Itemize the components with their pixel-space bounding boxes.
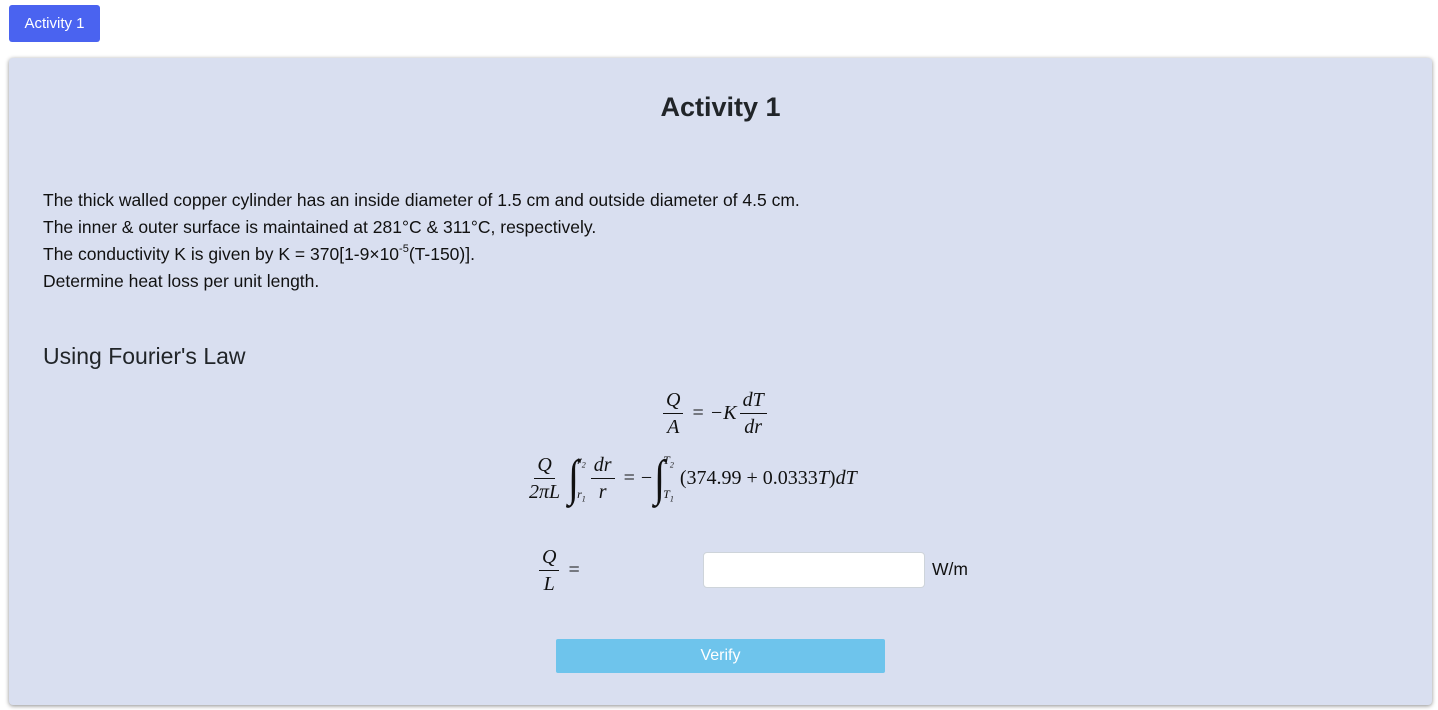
fraction-numerator: dr <box>590 454 615 479</box>
q-over-2pil-fraction: Q 2πL <box>526 454 563 503</box>
negative-k: −K <box>709 402 737 424</box>
conductivity-formula-suffix: (T-150)]. <box>408 244 475 264</box>
integral-sign-icon: ∫ <box>654 449 666 506</box>
tab-activity-1[interactable]: Activity 1 <box>9 5 100 42</box>
fourier-law-equation: Q A = −K dT dr <box>660 389 770 438</box>
answer-equation: Q L = <box>536 546 586 595</box>
q-over-l-fraction: Q L <box>539 546 560 595</box>
heat-loss-input[interactable] <box>703 552 925 588</box>
equals-sign: = <box>692 402 704 424</box>
radius-integral: ∫ r2 r1 <box>568 449 586 506</box>
problem-statement: The thick walled copper cylinder has an … <box>43 187 800 295</box>
fraction-numerator: Q <box>663 389 684 414</box>
problem-line-2: The inner & outer surface is maintained … <box>43 217 597 237</box>
integrated-equation: Q 2πL ∫ r2 r1 dr r = − ∫ T2 T1 (374.99 +… <box>523 449 857 506</box>
activity-panel: Activity 1 The thick walled copper cylin… <box>9 58 1432 705</box>
problem-line-3: The conductivity K is given by K = 370[1… <box>43 241 800 268</box>
fraction-denominator: L <box>543 573 555 595</box>
fraction-numerator: Q <box>539 546 560 571</box>
unit-label: W/m <box>932 559 968 579</box>
problem-line-4: Determine heat loss per unit length. <box>43 271 320 291</box>
q-over-a-fraction: Q A <box>663 389 684 438</box>
dr-over-r-fraction: dr r <box>590 454 615 503</box>
fraction-numerator: Q <box>534 454 555 479</box>
fraction-denominator: r <box>598 480 607 503</box>
fraction-numerator: dT <box>739 389 767 414</box>
dt-over-dr-fraction: dT dr <box>739 389 767 438</box>
fraction-denominator: 2πL <box>529 480 561 503</box>
page-title: Activity 1 <box>660 92 781 122</box>
integral-sign-icon: ∫ <box>568 449 580 506</box>
conductivity-exponent: -5 <box>399 243 409 256</box>
equals-sign: = <box>568 559 580 581</box>
verify-button[interactable]: Verify <box>556 639 885 673</box>
equals-sign: = <box>623 466 635 489</box>
problem-line-1: The thick walled copper cylinder has an … <box>43 190 800 210</box>
integrand: (374.99 + 0.0333T)dT <box>679 466 857 489</box>
fraction-denominator: dr <box>744 416 763 438</box>
section-title: Using Fourier's Law <box>43 343 246 369</box>
temperature-integral: ∫ T2 T1 <box>654 449 674 506</box>
minus-sign: − <box>640 466 653 489</box>
conductivity-formula-prefix: The conductivity K is given by K = 370[1… <box>43 244 400 264</box>
fraction-denominator: A <box>667 416 680 438</box>
